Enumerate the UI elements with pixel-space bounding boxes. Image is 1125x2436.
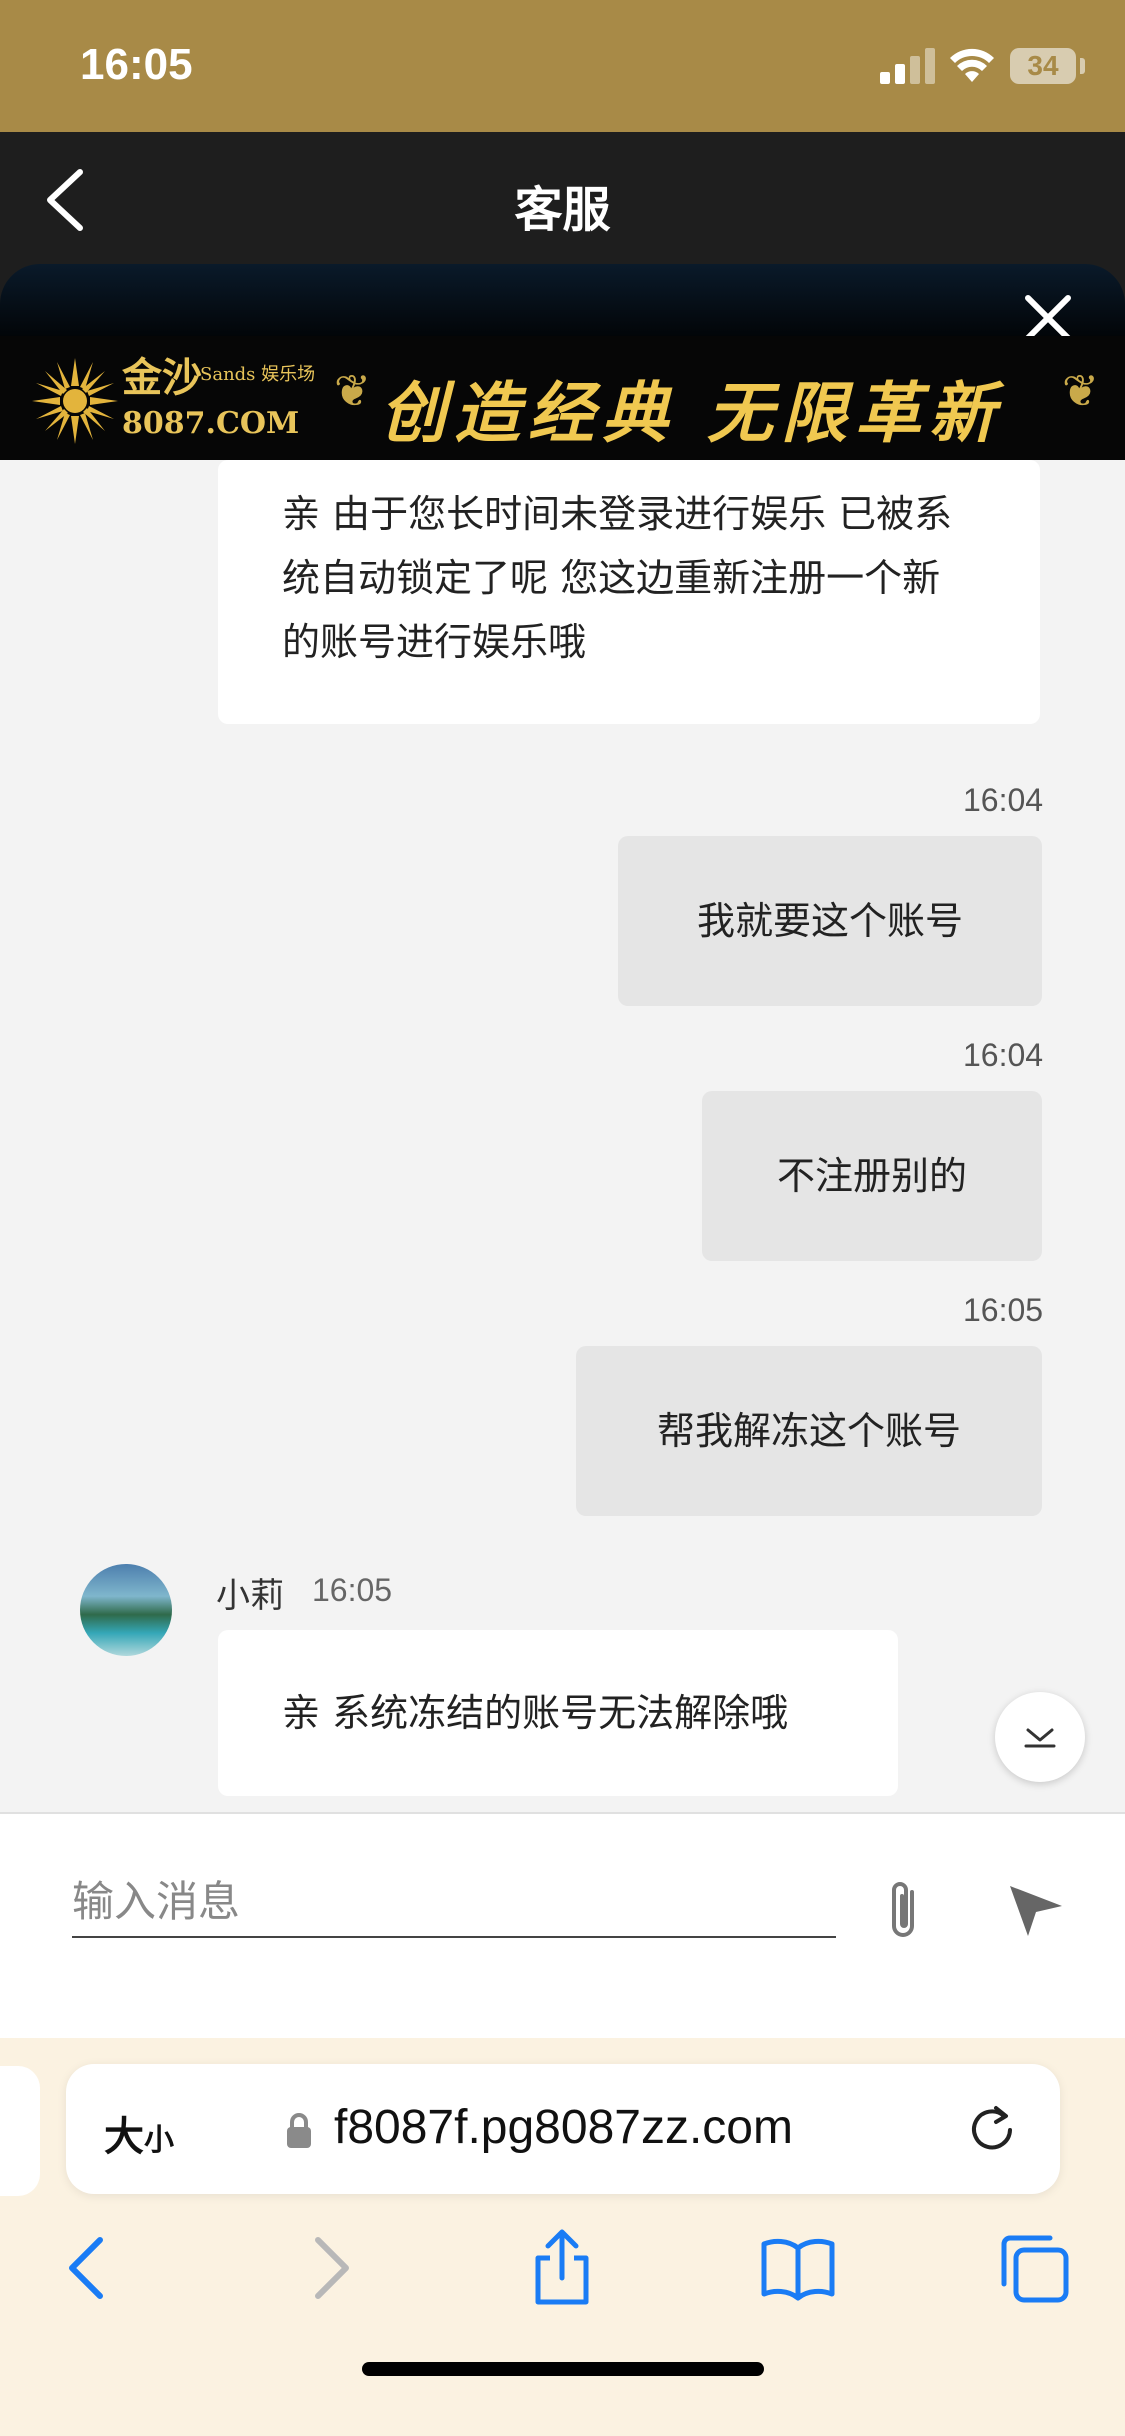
message-text: 帮我解冻这个账号 (656, 1409, 961, 1453)
agent-message-bubble: 亲 由于您长时间未登录进行娱乐 已被系统自动锁定了呢 您这边重新注册一个新的账号… (218, 460, 1040, 724)
message-text: 亲 系统冻结的账号无法解除哦 (282, 1691, 789, 1735)
message-composer (0, 1812, 1125, 2038)
scroll-to-bottom-button[interactable] (995, 1692, 1085, 1782)
reload-icon[interactable] (964, 2100, 1020, 2156)
wifi-icon (950, 48, 994, 82)
send-icon[interactable] (1006, 1880, 1066, 1940)
lock-icon (287, 2113, 311, 2148)
logo-name: 金沙 (122, 354, 202, 401)
scroll-down-icon (1024, 1728, 1056, 1748)
page-title: 客服 (514, 182, 611, 238)
ad-banner[interactable]: 金沙 Sands 娱乐场 8087.COM ❦ 创造经典 无限革新 ❦ (0, 336, 1125, 460)
ornament-icon: ❦ (1062, 366, 1099, 417)
user-message-bubble: 我就要这个账号 (618, 836, 1042, 1006)
banner-slogan: 创造经典 无限革新 (380, 374, 1003, 452)
sun-logo-icon (32, 358, 118, 444)
text-size-small: 小 (144, 2123, 174, 2158)
status-bar: 16:05 34 (0, 0, 1125, 132)
bookmarks-icon[interactable] (758, 2228, 838, 2308)
browser-chrome: 大小 f8087f.pg8087zz.com (0, 2038, 1125, 2436)
url-text: f8087f.pg8087zz.com (334, 2101, 793, 2154)
message-input[interactable] (72, 1866, 836, 1938)
battery-indicator: 34 (1010, 48, 1076, 84)
tabs-icon[interactable] (994, 2228, 1074, 2308)
logo-subtitle: Sands 娱乐场 (200, 364, 316, 385)
previous-tab-peek[interactable] (0, 2066, 40, 2196)
message-text: 不注册别的 (776, 1154, 967, 1198)
paperclip-icon[interactable] (876, 1876, 932, 1946)
message-time: 16:04 (963, 782, 1044, 818)
browser-forward-icon[interactable] (290, 2228, 370, 2308)
status-time: 16:05 (80, 40, 193, 89)
agent-message-bubble: 亲 系统冻结的账号无法解除哦 (218, 1630, 898, 1796)
text-size-button[interactable]: 大小 (104, 2104, 174, 2162)
message-time: 16:05 (312, 1572, 393, 1608)
home-indicator (362, 2362, 764, 2376)
user-message-bubble: 帮我解冻这个账号 (576, 1346, 1042, 1516)
address-bar[interactable]: 大小 f8087f.pg8087zz.com (66, 2064, 1060, 2194)
avatar[interactable] (80, 1564, 172, 1656)
message-text: 亲 由于您长时间未登录进行娱乐 已被系统自动锁定了呢 您这边重新注册一个新的账号… (282, 492, 953, 664)
agent-name: 小莉 (216, 1576, 284, 1616)
message-text: 我就要这个账号 (696, 899, 963, 943)
nav-bar: 客服 (0, 132, 1125, 266)
message-time: 16:05 (963, 1292, 1044, 1328)
logo-url: 8087.COM (122, 406, 300, 441)
ornament-icon: ❦ (334, 366, 371, 417)
text-size-big: 大 (104, 2114, 144, 2160)
user-message-bubble: 不注册别的 (702, 1091, 1042, 1261)
message-time: 16:04 (963, 1037, 1044, 1073)
battery-tip (1080, 58, 1085, 74)
browser-back-icon[interactable] (48, 2228, 128, 2308)
share-icon[interactable] (522, 2228, 602, 2308)
cellular-signal-icon (880, 48, 935, 84)
